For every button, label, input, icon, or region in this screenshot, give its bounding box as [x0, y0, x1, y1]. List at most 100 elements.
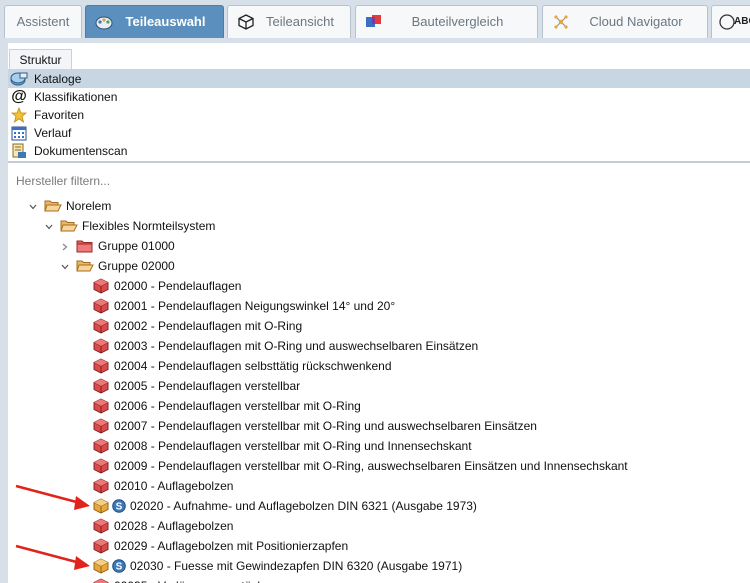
folder-red-icon: [76, 238, 94, 254]
tree-node-flexibles-normteilsystem[interactable]: Flexibles Normteilsystem: [44, 216, 215, 236]
category-label: Kataloge: [34, 72, 82, 86]
tree-part-item[interactable]: 02010 - Auflagebolzen: [92, 476, 233, 496]
category-kataloge[interactable]: Kataloge: [10, 70, 750, 88]
tree-label: 02008 - Pendelauflagen verstellbar mit O…: [114, 439, 472, 453]
tab-label: Cloud Navigator: [589, 14, 683, 29]
category-list: Kataloge @ Klassifikationen Favoriten Ve…: [10, 70, 750, 160]
tab-label: ABC: [734, 16, 750, 27]
tab-bauteilvergleich[interactable]: Bauteilvergleich: [355, 5, 538, 38]
tree-label: 02028 - Auflagebolzen: [114, 519, 234, 533]
tree-part-item[interactable]: 02002 - Pendelauflagen mit O-Ring: [92, 316, 302, 336]
category-label: Klassifikationen: [34, 90, 118, 104]
part-cube-icon: [92, 278, 110, 294]
folder-open-icon: [44, 198, 62, 214]
part-cube-icon: [92, 398, 110, 414]
category-verlauf[interactable]: Verlauf: [10, 124, 750, 142]
star-icon: [10, 107, 28, 123]
standard-part-cube-icon: [92, 558, 110, 574]
tree-label: 02035 - Verlängerungsstücke: [114, 579, 270, 583]
catalog-icon: [10, 71, 28, 87]
tree-part-item[interactable]: 02000 - Pendelauflagen: [92, 276, 241, 296]
chevron-down-icon[interactable]: [44, 221, 54, 231]
tree-part-item[interactable]: 02007 - Pendelauflagen verstellbar mit O…: [92, 416, 537, 436]
folder-open-icon: [60, 218, 78, 234]
tab-label: Teileauswahl: [125, 14, 206, 29]
tree-label: 02029 - Auflagebolzen mit Positionierzap…: [114, 539, 349, 553]
part-cube-icon: [92, 478, 110, 494]
tree-node-gruppe-01000[interactable]: Gruppe 01000: [60, 236, 175, 256]
tree-label: Gruppe 02000: [98, 259, 175, 273]
tree-label: 02003 - Pendelauflagen mit O-Ring und au…: [114, 339, 479, 353]
tree-part-item[interactable]: S 02020 - Aufnahme- und Auflagebolzen DIN…: [92, 496, 477, 516]
tree-part-item[interactable]: 02005 - Pendelauflagen verstellbar: [92, 376, 300, 396]
svg-text:S: S: [116, 562, 123, 573]
part-cube-icon: [92, 318, 110, 334]
part-cube-icon: [92, 358, 110, 374]
tab-label: Bauteilvergleich: [411, 14, 504, 29]
tab-label: Assistent: [16, 14, 70, 29]
manufacturer-filter-input[interactable]: [16, 172, 736, 190]
tree-label: Gruppe 01000: [98, 239, 175, 253]
tab-struktur[interactable]: Struktur: [9, 49, 72, 70]
splitter[interactable]: [8, 161, 750, 163]
part-cube-icon: [92, 578, 110, 583]
standard-badge-icon: S: [112, 499, 126, 513]
tab-teileauswahl[interactable]: Teileauswahl: [85, 5, 224, 38]
tab-teileansicht[interactable]: Teileansicht: [227, 5, 351, 38]
tree-label: 02002 - Pendelauflagen mit O-Ring: [114, 319, 303, 333]
part-cube-icon: [92, 518, 110, 534]
tree-part-item[interactable]: 02001 - Pendelauflagen Neigungswinkel 14…: [92, 296, 395, 316]
tree-label: 02030 - Fuesse mit Gewindezapfen DIN 632…: [130, 559, 463, 573]
chevron-right-icon[interactable]: [60, 241, 70, 251]
tree-part-item[interactable]: 02003 - Pendelauflagen mit O-Ring und au…: [92, 336, 478, 356]
at-icon: @: [11, 88, 27, 105]
tree-part-item[interactable]: 02008 - Pendelauflagen verstellbar mit O…: [92, 436, 472, 456]
tree-label: Flexibles Normteilsystem: [82, 219, 216, 233]
tree-part-item[interactable]: 02028 - Auflagebolzen: [92, 516, 233, 536]
tree-part-item[interactable]: S 02030 - Fuesse mit Gewindezapfen DIN 63…: [92, 556, 462, 576]
folder-open-icon: [76, 258, 94, 274]
tab-label: Teileansicht: [266, 14, 334, 29]
part-cube-icon: [92, 298, 110, 314]
tree-label: 02010 - Auflagebolzen: [114, 479, 234, 493]
tree-part-item[interactable]: 02029 - Auflagebolzen mit Positionierzap…: [92, 536, 348, 556]
tree-label: 02009 - Pendelauflagen verstellbar mit O…: [114, 459, 628, 473]
tree-label: 02004 - Pendelauflagen selbsttätig rücks…: [114, 359, 392, 373]
document-scan-icon: [10, 143, 28, 159]
tree-label: 02001 - Pendelauflagen Neigungswinkel 14…: [114, 299, 396, 313]
standard-part-cube-icon: [92, 498, 110, 514]
tree-part-item[interactable]: 02035 - Verlängerungsstücke: [92, 576, 270, 583]
part-cube-icon: [92, 458, 110, 474]
tree-label: 02020 - Aufnahme- und Auflagebolzen DIN …: [130, 499, 477, 513]
tree-part-item[interactable]: 02006 - Pendelauflagen verstellbar mit O…: [92, 396, 361, 416]
chevron-down-icon[interactable]: [28, 201, 38, 211]
tab-assistent[interactable]: Assistent: [4, 5, 82, 38]
tree-label: Norelem: [66, 199, 112, 213]
standard-badge-icon: S: [112, 559, 126, 573]
category-label: Favoriten: [34, 108, 85, 122]
tab-abc[interactable]: ABC: [711, 5, 750, 38]
part-cube-icon: [92, 338, 110, 354]
svg-text:S: S: [116, 502, 123, 513]
tree-label: 02000 - Pendelauflagen: [114, 279, 242, 293]
tree-part-item[interactable]: 02009 - Pendelauflagen verstellbar mit O…: [92, 456, 628, 476]
category-label: Dokumentenscan: [34, 144, 128, 158]
calendar-icon: [10, 125, 28, 141]
part-cube-icon: [92, 438, 110, 454]
tree-label: 02006 - Pendelauflagen verstellbar mit O…: [114, 399, 361, 413]
part-cube-icon: [92, 538, 110, 554]
main-tab-bar: Assistent Teileauswahl Teileansicht Baut…: [0, 0, 750, 43]
tree-part-item[interactable]: 02004 - Pendelauflagen selbsttätig rücks…: [92, 356, 392, 376]
part-cube-icon: [92, 378, 110, 394]
tree-node-norelem[interactable]: Norelem: [28, 196, 111, 216]
tree-label: 02007 - Pendelauflagen verstellbar mit O…: [114, 419, 537, 433]
category-dokumentenscan[interactable]: Dokumentenscan: [10, 142, 750, 160]
part-cube-icon: [92, 418, 110, 434]
tree-label: 02005 - Pendelauflagen verstellbar: [114, 379, 301, 393]
category-klassifikationen[interactable]: @ Klassifikationen: [10, 88, 750, 106]
tree-node-gruppe-02000[interactable]: Gruppe 02000: [60, 256, 175, 276]
tab-cloud-navigator[interactable]: Cloud Navigator: [542, 5, 708, 38]
category-favoriten[interactable]: Favoriten: [10, 106, 750, 124]
category-label: Verlauf: [34, 126, 72, 140]
chevron-down-icon[interactable]: [60, 261, 70, 271]
